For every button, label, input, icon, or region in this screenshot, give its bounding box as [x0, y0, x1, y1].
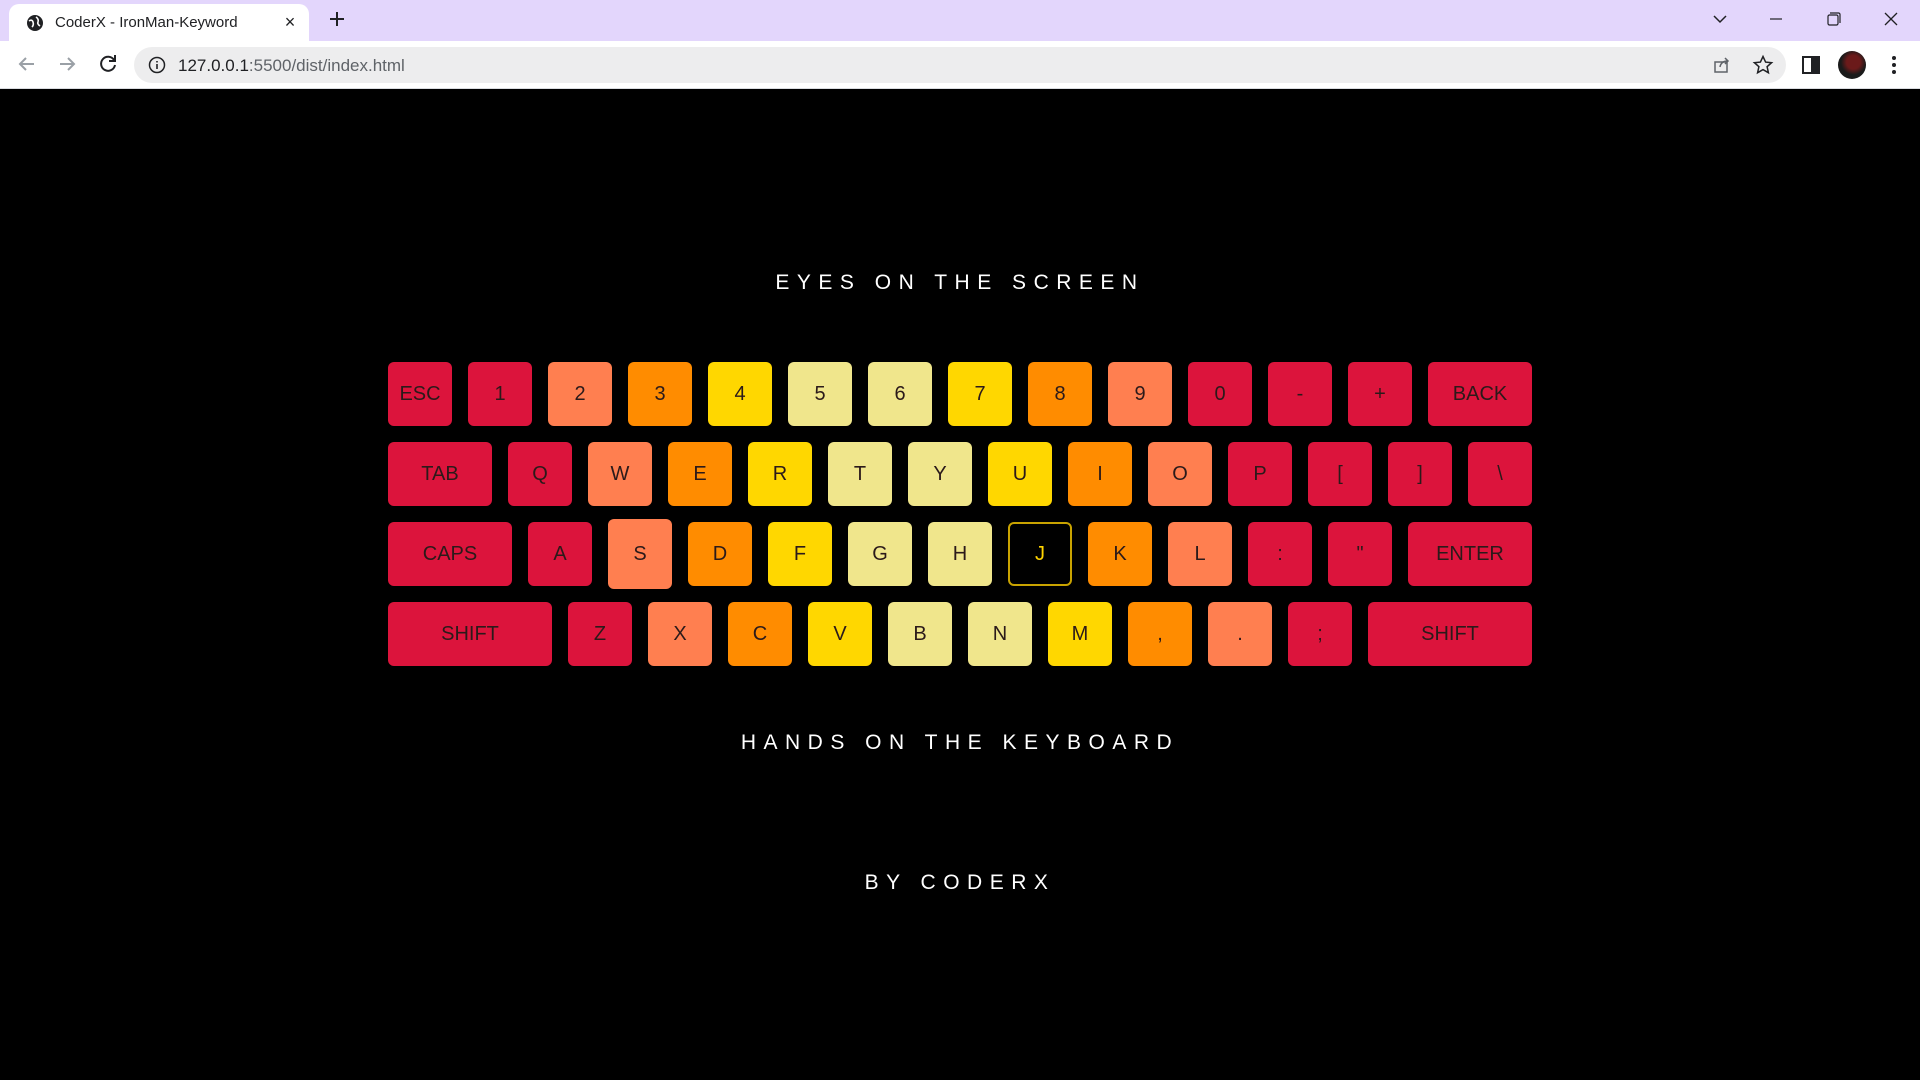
key-4[interactable]: 4 [708, 362, 772, 426]
close-tab-icon[interactable]: × [280, 12, 300, 32]
back-arrow-icon[interactable] [14, 51, 40, 77]
key-f[interactable]: F [768, 522, 832, 586]
restore-icon[interactable] [1818, 6, 1848, 32]
key-h[interactable]: H [928, 522, 992, 586]
key-6[interactable]: 6 [868, 362, 932, 426]
address-bar[interactable]: 127.0.0.1:5500/dist/index.html [134, 47, 1786, 83]
globe-icon [27, 15, 43, 31]
url-text[interactable]: 127.0.0.1:5500/dist/index.html [178, 56, 405, 76]
key-9[interactable]: 9 [1108, 362, 1172, 426]
key-7[interactable]: 7 [948, 362, 1012, 426]
key-e[interactable]: E [668, 442, 732, 506]
key-p[interactable]: P [1228, 442, 1292, 506]
browser-tab[interactable]: CoderX - IronMan-Keyword × [9, 4, 309, 41]
bookmark-star-icon[interactable] [1752, 54, 1774, 76]
key-back[interactable]: BACK [1428, 362, 1532, 426]
key-z[interactable]: Z [568, 602, 632, 666]
credit-text: BY CODERX [864, 871, 1056, 894]
profile-avatar[interactable] [1838, 51, 1866, 79]
key-y[interactable]: Y [908, 442, 972, 506]
key-b[interactable]: B [888, 602, 952, 666]
key-shift[interactable]: SHIFT [1368, 602, 1532, 666]
key-5[interactable]: 5 [788, 362, 852, 426]
key-k[interactable]: K [1088, 522, 1152, 586]
key-colon[interactable]: : [1248, 522, 1312, 586]
keyboard-row: CAPS A S D F G H J K L: " ENTER [388, 519, 1532, 589]
key-n[interactable]: N [968, 602, 1032, 666]
key-v[interactable]: V [808, 602, 872, 666]
top-caption: EYES ON THE SCREEN [775, 271, 1145, 294]
browser-toolbar: 127.0.0.1:5500/dist/index.html [0, 41, 1920, 89]
key-enter[interactable]: ENTER [1408, 522, 1532, 586]
reload-icon[interactable] [95, 51, 121, 77]
key-o[interactable]: O [1148, 442, 1212, 506]
key-backslash[interactable]: \ [1468, 442, 1532, 506]
key-d[interactable]: D [688, 522, 752, 586]
tab-search-chevron-icon[interactable] [1705, 6, 1735, 32]
key-open-bracket[interactable]: [ [1308, 442, 1372, 506]
key-semicolon[interactable]: ; [1288, 602, 1352, 666]
key-quote[interactable]: " [1328, 522, 1392, 586]
url-host: 127.0.0.1 [178, 56, 249, 75]
key-t[interactable]: T [828, 442, 892, 506]
keyboard-row: ESC 1 2 3 4 5 6 7 8 9 0- + BACK [388, 362, 1532, 426]
key-close-bracket[interactable]: ] [1388, 442, 1452, 506]
key-comma[interactable]: , [1128, 602, 1192, 666]
key-2[interactable]: 2 [548, 362, 612, 426]
browser-tab-strip: CoderX - IronMan-Keyword × [0, 0, 1920, 41]
key-q[interactable]: Q [508, 442, 572, 506]
close-window-icon[interactable] [1876, 6, 1906, 32]
share-icon[interactable] [1712, 55, 1732, 75]
side-panel-icon[interactable] [1800, 54, 1822, 76]
key-minus[interactable]: - [1268, 362, 1332, 426]
key-w[interactable]: W [588, 442, 652, 506]
virtual-keyboard: ESC 1 2 3 4 5 6 7 8 9 0- + BACK TAB Q W E R T Y U I O P[] \ CAPS A… [388, 362, 1532, 682]
keyboard-row: SHIFT Z X C V B N M,.; SHIFT [388, 602, 1532, 666]
forward-arrow-icon[interactable] [54, 51, 80, 77]
key-0[interactable]: 0 [1188, 362, 1252, 426]
key-g[interactable]: G [848, 522, 912, 586]
bottom-caption: HANDS ON THE KEYBOARD [740, 731, 1180, 754]
key-period[interactable]: . [1208, 602, 1272, 666]
minimize-icon[interactable] [1761, 6, 1791, 32]
key-plus[interactable]: + [1348, 362, 1412, 426]
key-3[interactable]: 3 [628, 362, 692, 426]
page-viewport: EYES ON THE SCREEN ESC 1 2 3 4 5 6 7 8 9 0- + BACK TA… [0, 89, 1920, 1080]
key-l[interactable]: L [1168, 522, 1232, 586]
key-x[interactable]: X [648, 602, 712, 666]
site-info-icon[interactable] [148, 56, 166, 74]
key-caps[interactable]: CAPS [388, 522, 512, 586]
key-u[interactable]: U [988, 442, 1052, 506]
key-i[interactable]: I [1068, 442, 1132, 506]
key-1[interactable]: 1 [468, 362, 532, 426]
new-tab-icon[interactable] [325, 7, 349, 31]
tab-title: CoderX - IronMan-Keyword [55, 14, 238, 31]
key-esc[interactable]: ESC [388, 362, 452, 426]
key-shift[interactable]: SHIFT [388, 602, 552, 666]
key-s[interactable]: S [608, 519, 672, 589]
keyboard-row: TAB Q W E R T Y U I O P[] \ [388, 442, 1532, 506]
url-path: :5500/dist/index.html [248, 56, 405, 75]
key-a[interactable]: A [528, 522, 592, 586]
key-c[interactable]: C [728, 602, 792, 666]
key-j[interactable]: J [1008, 522, 1072, 586]
key-tab[interactable]: TAB [388, 442, 492, 506]
key-m[interactable]: M [1048, 602, 1112, 666]
key-8[interactable]: 8 [1028, 362, 1092, 426]
more-menu-icon[interactable] [1882, 53, 1906, 77]
key-r[interactable]: R [748, 442, 812, 506]
